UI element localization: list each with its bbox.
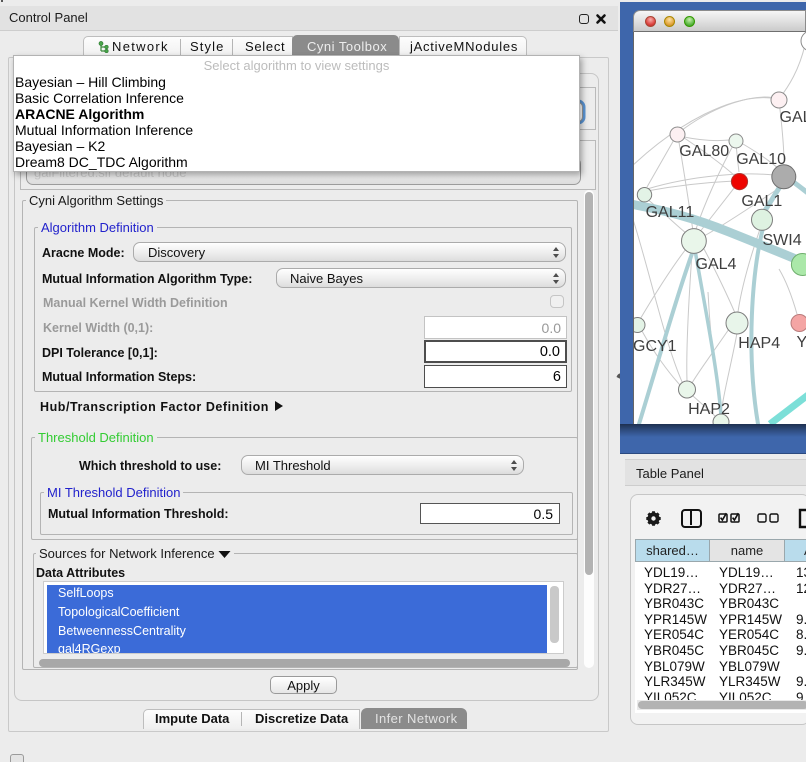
svg-text:GAL7: GAL7 xyxy=(780,109,806,126)
svg-text:GAL4: GAL4 xyxy=(696,256,737,273)
svg-text:GAL1: GAL1 xyxy=(741,193,782,210)
svg-text:GCY1: GCY1 xyxy=(634,338,677,355)
svg-text:GAL10: GAL10 xyxy=(736,151,786,168)
svg-text:GAL11: GAL11 xyxy=(646,204,695,221)
svg-text:GAL80: GAL80 xyxy=(679,143,729,160)
svg-text:SWI4: SWI4 xyxy=(763,232,802,249)
svg-text:Y: Y xyxy=(797,334,806,351)
svg-text:HAP4: HAP4 xyxy=(738,335,780,352)
svg-text:HAP2: HAP2 xyxy=(688,401,730,418)
